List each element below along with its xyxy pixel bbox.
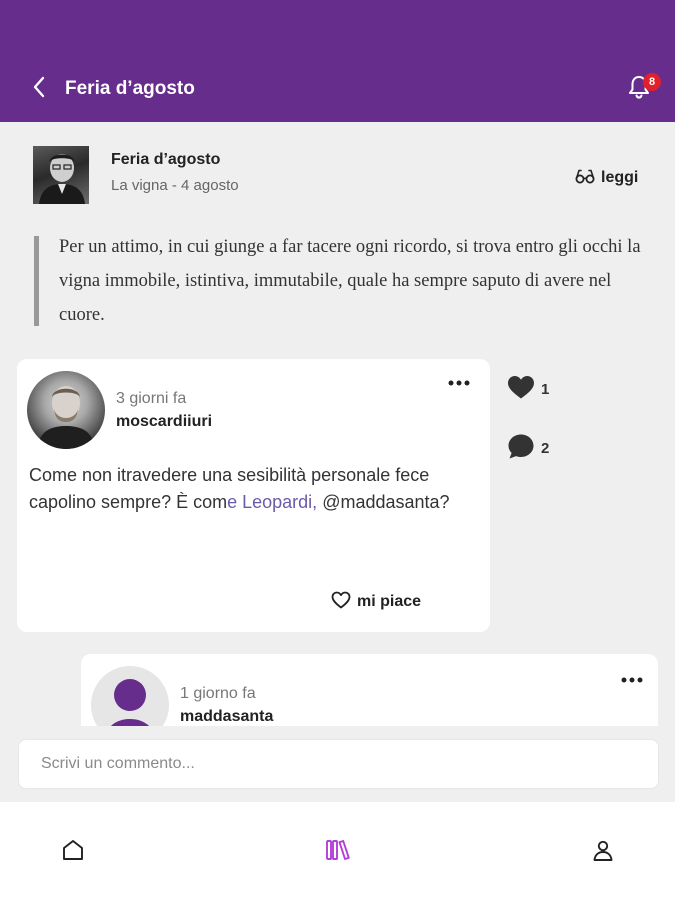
book-title: Feria d’agosto [111,151,221,168]
more-horizontal-icon [444,380,474,397]
heart-icon [507,375,535,404]
comment-input[interactable] [18,739,659,789]
read-button[interactable]: leggi [575,166,638,190]
home-icon [61,838,85,867]
comment-mention-link[interactable]: e Leopardi, [227,492,317,512]
comment-timestamp: 3 giorni fa [116,390,187,407]
like-button[interactable]: mi piace [331,590,421,614]
reply-timestamp: 1 giorno fa [180,685,256,702]
comment-card: 3 giorni fa moscardiiuri Come non itrave… [17,359,490,632]
likes-count[interactable]: 1 [507,375,549,404]
comment-more-button[interactable] [444,373,474,393]
reply-username[interactable]: maddasanta [180,708,273,726]
comment-body: Come non itravedere una sesibilità perso… [29,462,479,516]
replies-count[interactable]: 2 [507,433,549,464]
more-horizontal-icon [617,677,647,694]
likes-count-value: 1 [541,381,550,398]
replies-list: 1 giorno fa maddasanta [0,640,675,726]
quote-bar [34,236,39,326]
heart-outline-icon [331,591,351,614]
chevron-left-icon [32,76,46,103]
reply-card: 1 giorno fa maddasanta [81,654,658,726]
speech-bubble-icon [507,433,535,464]
library-icon [325,838,351,867]
nav-profile-button[interactable] [587,836,619,868]
page-title: Feria d’agosto [65,78,195,99]
like-button-label: mi piace [357,593,422,610]
comment-text-part: @maddasanta? [317,492,450,512]
book-quote: Per un attimo, in cui giunge a far tacer… [59,237,641,325]
user-icon [591,838,615,867]
replies-count-value: 2 [541,440,550,457]
read-button-label: leggi [601,169,639,186]
author-photo [33,146,89,204]
back-button[interactable] [28,76,50,102]
notification-count-badge: 8 [643,73,661,91]
user-avatar[interactable] [27,371,105,449]
glasses-icon [575,168,595,189]
book-chapter-info: La vigna - 4 agosto [111,177,239,194]
app-header: Feria d’agosto 8 [0,0,675,122]
reply-more-button[interactable] [617,670,647,690]
comment-username[interactable]: moscardiiuri [116,413,212,431]
nav-library-button[interactable] [322,836,354,868]
user-avatar[interactable] [91,666,169,726]
bottom-navigation [0,802,675,900]
nav-home-button[interactable] [57,836,89,868]
